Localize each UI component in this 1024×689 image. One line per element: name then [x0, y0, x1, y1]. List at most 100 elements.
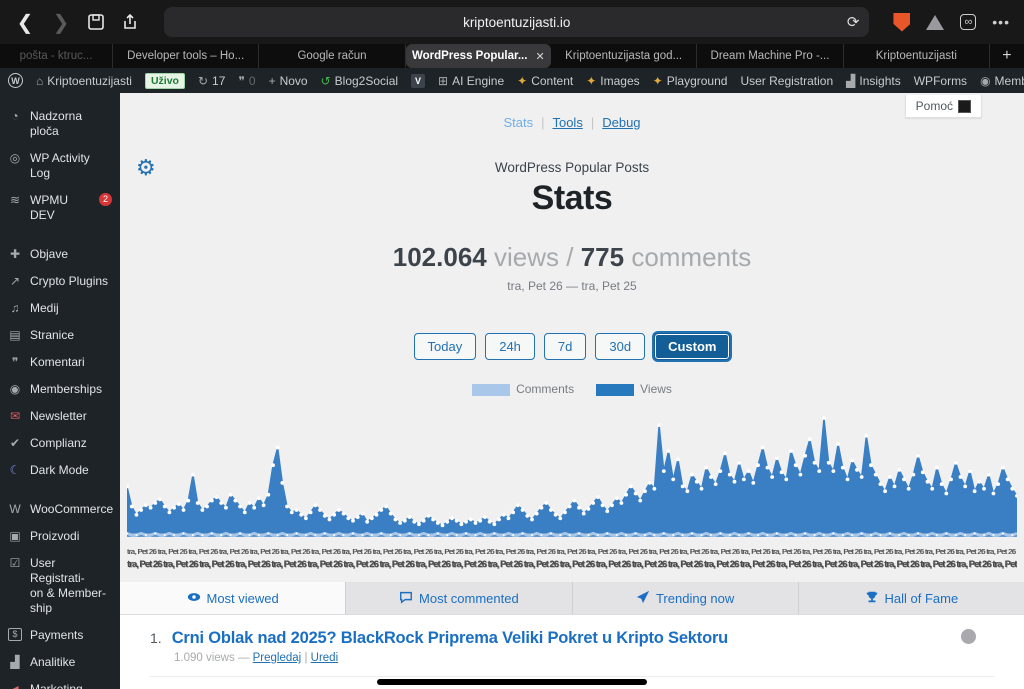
- post-list: 1. Crni Oblak nad 2025? BlackRock Pripre…: [120, 615, 1024, 689]
- browser-tab-developer-tools-ho[interactable]: Developer tools – Ho...: [113, 44, 259, 68]
- magic-wand-icon: ✦: [517, 74, 527, 88]
- sidebar-item-complianz[interactable]: ✔Complianz: [0, 430, 120, 457]
- bar-chart-icon: ▟: [8, 655, 22, 669]
- sidebar-item-newsletter[interactable]: ✉Newsletter: [0, 403, 120, 430]
- range-button-7d[interactable]: 7d: [544, 333, 586, 360]
- dollar-box-icon: $: [8, 628, 22, 641]
- wpp-nav: Stats|Tools|Debug: [120, 93, 1024, 130]
- adminbar-item-ai-engine[interactable]: ⊞AI Engine: [438, 74, 504, 88]
- sidebar-item-analitike[interactable]: ▟Analitike: [0, 649, 120, 676]
- sidebar-item-stranice[interactable]: ▤Stranice: [0, 322, 120, 349]
- forward-button[interactable]: ❯: [50, 10, 72, 35]
- adminbar-item-site-name[interactable]: ⌂Kriptoentuzijasti: [36, 74, 132, 88]
- adminbar-item-wpforms[interactable]: WPForms: [914, 74, 967, 88]
- tab-most-viewed[interactable]: Most viewed: [120, 582, 346, 614]
- preview-link[interactable]: Pregledaj: [253, 652, 302, 664]
- browser-tab-strip: pošta - ktruc...Developer tools – Ho...G…: [0, 44, 1024, 68]
- update-count-badge: 2: [99, 193, 112, 206]
- sidebar-item-payments[interactable]: $ Payments: [0, 622, 120, 649]
- sidebar-item-komentari[interactable]: ❞Komentari: [0, 349, 120, 376]
- sidebar-item-marketing[interactable]: ◄Marketing: [0, 676, 120, 689]
- share-icon[interactable]: [120, 12, 140, 32]
- save-icon[interactable]: [86, 12, 106, 32]
- tab-hall-of-fame[interactable]: Hall of Fame: [799, 582, 1024, 614]
- browser-tab-kriptoentuzijasta-god[interactable]: Kriptoentuzijasta god...: [551, 44, 697, 68]
- back-button[interactable]: ❮: [14, 10, 36, 35]
- settings-gear-icon[interactable]: ⚙: [136, 155, 156, 181]
- stats-chart[interactable]: tra, Pet 26 tra, Pet 26 tra, Pet 26 tra,…: [127, 410, 1017, 574]
- browser-tab-dream-machine-pro[interactable]: Dream Machine Pro -...: [697, 44, 843, 68]
- adminbar-item-blog2social[interactable]: ↺Blog2Social: [321, 74, 398, 88]
- sidebar-item-crypto-plugins[interactable]: ↗Crypto Plugins: [0, 268, 120, 295]
- adminbar-item-comments[interactable]: ❞0: [238, 74, 255, 88]
- nav-link-stats[interactable]: Stats: [503, 115, 533, 130]
- sidebar-item-label: Payments: [30, 628, 83, 643]
- bar-chart-icon: ▟: [846, 74, 855, 88]
- post-views: 1.090 views: [174, 652, 235, 664]
- paper-plane-icon: [636, 590, 650, 607]
- browser-tab-po-ta-ktruc[interactable]: pošta - ktruc...: [0, 44, 113, 68]
- sidebar-item-user-registrati-on-member-ship[interactable]: ☑User Registrati-on & Member-ship: [0, 550, 120, 622]
- adminbar-item-insights[interactable]: ▟Insights: [846, 74, 901, 88]
- infinity-icon[interactable]: ∞: [960, 14, 976, 30]
- post-meta: 1.090 views — Pregledaj | Uredi: [174, 652, 994, 664]
- nav-link-debug[interactable]: Debug: [602, 115, 640, 130]
- sidebar-item-memberships[interactable]: ◉Memberships: [0, 376, 120, 403]
- browser-toolbar: ❮ ❯ kriptoentuzijasti.io ⟳ ∞ •••: [0, 0, 1024, 44]
- browser-tab-google-ra-un[interactable]: Google račun: [259, 44, 405, 68]
- more-menu-icon[interactable]: •••: [992, 14, 1010, 30]
- tab-trending-now[interactable]: Trending now: [573, 582, 799, 614]
- people-icon: ◉: [980, 74, 990, 88]
- adminbar-item-updates[interactable]: ↻17: [198, 74, 225, 88]
- brave-shield-icon[interactable]: [893, 13, 910, 32]
- range-button-24h[interactable]: 24h: [485, 333, 535, 360]
- adminbar-item-user-registration[interactable]: User Registration: [740, 74, 833, 88]
- sidebar-item-dark-mode[interactable]: ☾Dark Mode: [0, 457, 120, 484]
- browser-tab-wordpress-popular[interactable]: WordPress Popular...✕: [406, 44, 551, 68]
- ai-engine-icon: ⊞: [438, 74, 448, 88]
- sidebar-item-medij[interactable]: ♫Medij: [0, 295, 120, 322]
- sidebar-item-proizvodi[interactable]: ▣Proizvodi: [0, 523, 120, 550]
- help-tab[interactable]: Pomoć: [905, 95, 982, 118]
- range-button-30d[interactable]: 30d: [595, 333, 645, 360]
- wp-admin-sidebar: ◔Nadzorna ploča◎WP Activity Log ≋ WPMU DEV…: [0, 93, 120, 689]
- url-bar[interactable]: kriptoentuzijasti.io ⟳: [164, 7, 869, 37]
- tab-most-commented[interactable]: Most commented: [346, 582, 572, 614]
- comments-count: 775: [581, 242, 624, 272]
- adminbar-item-ai-playground[interactable]: ✦Playground: [653, 74, 728, 88]
- browser-tab-kriptoentuzijasti[interactable]: Kriptoentuzijasti: [844, 44, 990, 68]
- home-indicator[interactable]: [377, 679, 647, 685]
- x-axis-labels-row1: tra, Pet 26 tra, Pet 26 tra, Pet 26 tra,…: [127, 548, 1017, 559]
- post-title-link[interactable]: Crni Oblak nad 2025? BlackRock Priprema …: [172, 629, 728, 648]
- adminbar-item-new-content[interactable]: +Novo: [269, 74, 308, 88]
- views-comments-chart[interactable]: [127, 410, 1017, 540]
- activity-log-eye-icon: ◎: [8, 151, 22, 165]
- adminbar-item-wordpress-logo[interactable]: W: [8, 73, 23, 88]
- reload-icon[interactable]: ⟳: [847, 13, 860, 31]
- sidebar-item-wp-activity-log[interactable]: ◎WP Activity Log: [0, 145, 120, 187]
- nav-link-tools[interactable]: Tools: [552, 115, 582, 130]
- sidebar-item-label: Dark Mode: [30, 463, 89, 478]
- sidebar-item-nadzorna-plo-a[interactable]: ◔Nadzorna ploča: [0, 103, 120, 145]
- adminbar-item-memberships[interactable]: ◉Memberships: [980, 74, 1024, 88]
- sidebar-item-wpmu-dev[interactable]: ≋ WPMU DEV 2: [0, 187, 120, 229]
- adminbar-item-v-app[interactable]: V: [411, 74, 425, 88]
- comments-label: comments: [631, 242, 751, 272]
- adminbar-item-live-badge[interactable]: Uživo: [145, 73, 185, 89]
- adminbar-item-ai-content[interactable]: ✦Content: [517, 74, 573, 88]
- sidebar-item-woocommerce[interactable]: WWooCommerce: [0, 496, 120, 523]
- new-tab-button[interactable]: +: [990, 47, 1024, 65]
- sidebar-item-objave[interactable]: ✚Objave: [0, 241, 120, 268]
- range-button-today[interactable]: Today: [414, 333, 477, 360]
- sidebar-item-label: WPMU DEV: [30, 193, 89, 223]
- wpmu-dev-icon: ≋: [8, 193, 22, 207]
- adminbar-item-ai-images[interactable]: ✦Images: [586, 74, 639, 88]
- edit-link[interactable]: Uredi: [311, 652, 338, 664]
- triangle-icon[interactable]: [926, 15, 944, 30]
- range-button-custom[interactable]: Custom: [654, 333, 730, 360]
- scroll-indicator-dot[interactable]: [961, 629, 976, 644]
- pages-icon: ▤: [8, 328, 22, 342]
- megaphone-icon: ◄: [8, 682, 22, 689]
- close-tab-icon[interactable]: ✕: [535, 50, 544, 63]
- sidebar-item-label: Medij: [30, 301, 59, 316]
